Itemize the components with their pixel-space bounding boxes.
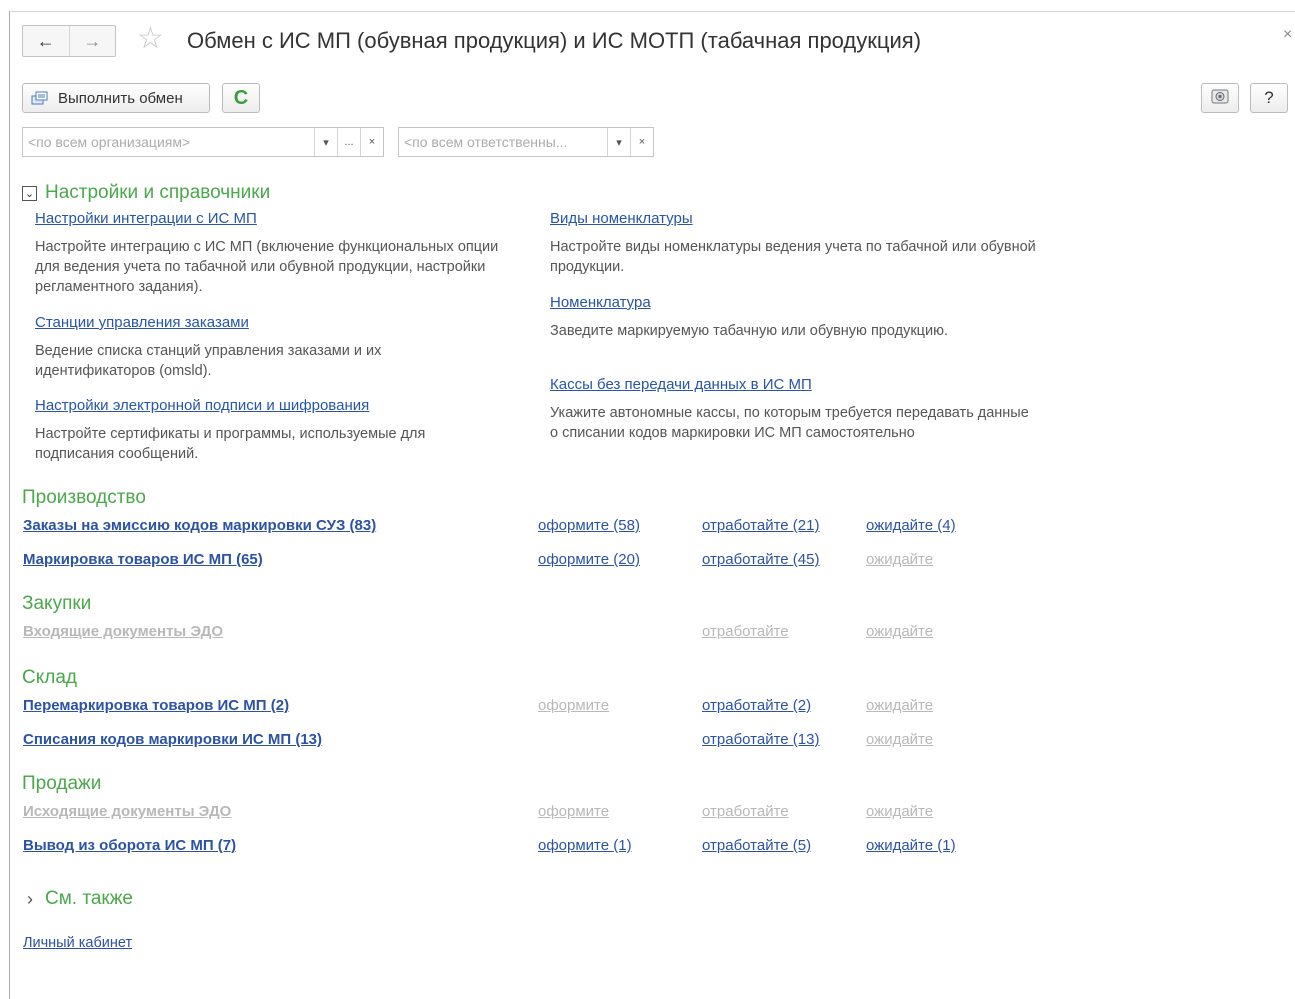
nomenclature-types-link[interactable]: Виды номенклатуры — [550, 210, 693, 227]
withdrawal-wait-link[interactable]: ожидайте (1) — [866, 837, 956, 854]
nav-buttons: ← → — [22, 25, 116, 57]
withdrawal-link[interactable]: Вывод из оборота ИС МП (7) — [23, 837, 236, 854]
emission-orders-create-link[interactable]: оформите (58) — [538, 517, 640, 534]
arrow-right-icon: → — [83, 30, 102, 51]
integration-settings-link[interactable]: Настройки интеграции с ИС МП — [35, 210, 257, 227]
remarking-process-link[interactable]: отработайте (2) — [702, 697, 811, 714]
group-title-sales: Продажи — [22, 773, 102, 794]
group-title-production: Производство — [22, 487, 146, 508]
responsible-filter: <по всем ответственны... ▾ × — [398, 127, 654, 157]
code-writeoff-link[interactable]: Списания кодов маркировки ИС МП (13) — [23, 731, 322, 748]
organization-dropdown-button[interactable]: ▾ — [314, 128, 337, 156]
order-stations-link[interactable]: Станции управления заказами — [35, 314, 249, 331]
nomenclature-link[interactable]: Номенклатура — [550, 294, 651, 311]
group-title-warehouse: Склад — [22, 667, 77, 688]
emission-orders-process-link[interactable]: отработайте (21) — [702, 517, 819, 534]
nomenclature-desc: Заведите маркируемую табачную или обувну… — [550, 323, 948, 339]
code-writeoff-wait-link[interactable]: ожидайте — [866, 731, 933, 748]
organization-input[interactable]: <по всем организациям> — [23, 128, 314, 156]
settings-section-toggle[interactable]: ⌄ Настройки и справочники — [22, 182, 270, 204]
nomenclature-types-desc: Настройте виды номенклатуры ведения учет… — [550, 239, 1036, 275]
organization-select-button[interactable]: ... — [337, 128, 360, 156]
offline-registers-link[interactable]: Кассы без передачи данных в ИС МП — [550, 376, 812, 393]
see-also-toggle[interactable]: › См. также — [27, 888, 133, 910]
help-button[interactable]: ? — [1250, 83, 1288, 113]
incoming-edo-link[interactable]: Входящие документы ЭДО — [23, 623, 223, 640]
back-button[interactable]: ← — [23, 26, 69, 56]
goods-marking-create-link[interactable]: оформите (20) — [538, 551, 640, 568]
remarking-create-link[interactable]: оформите — [538, 697, 609, 714]
refresh-button[interactable]: C — [222, 83, 260, 113]
incoming-edo-wait-link[interactable]: ожидайте — [866, 623, 933, 640]
incoming-edo-process-link[interactable]: отработайте — [702, 623, 789, 640]
settings-section-title: Настройки и справочники — [45, 182, 271, 203]
remarking-link[interactable]: Перемаркировка товаров ИС МП (2) — [23, 697, 289, 714]
screenshot-button[interactable] — [1201, 83, 1239, 113]
responsible-dropdown-button[interactable]: ▾ — [607, 128, 630, 156]
outgoing-edo-create-link[interactable]: оформите — [538, 803, 609, 820]
screenshot-icon — [1211, 88, 1229, 108]
withdrawal-process-link[interactable]: отработайте (5) — [702, 837, 811, 854]
see-also-title: См. также — [45, 888, 133, 909]
order-stations-desc: Ведение списка станций управления заказа… — [35, 343, 382, 379]
emission-orders-wait-link[interactable]: ожидайте (4) — [866, 517, 956, 534]
collapse-icon: ⌄ — [22, 185, 37, 201]
chevron-right-icon: › — [27, 888, 33, 909]
digital-signature-desc: Настройте сертификаты и программы, испол… — [35, 426, 426, 462]
window-title: Обмен с ИС МП (обувная продукция) и ИС М… — [187, 28, 922, 53]
organization-filter: <по всем организациям> ▾ ... × — [22, 127, 384, 157]
goods-marking-link[interactable]: Маркировка товаров ИС МП (65) — [23, 551, 263, 568]
execute-exchange-label: Выполнить обмен — [58, 89, 183, 107]
responsible-input[interactable]: <по всем ответственны... — [399, 128, 607, 156]
forward-button[interactable]: → — [68, 26, 116, 56]
goods-marking-process-link[interactable]: отработайте (45) — [702, 551, 819, 568]
offline-registers-desc: Укажите автономные кассы, по которым тре… — [550, 405, 1029, 441]
execute-exchange-button[interactable]: Выполнить обмен — [22, 83, 210, 113]
outgoing-edo-process-link[interactable]: отработайте — [702, 803, 789, 820]
emission-orders-link[interactable]: Заказы на эмиссию кодов маркировки СУЗ (… — [23, 517, 376, 534]
goods-marking-wait-link[interactable]: ожидайте — [866, 551, 933, 568]
responsible-clear-button[interactable]: × — [630, 128, 653, 156]
integration-settings-desc: Настройте интеграцию с ИС МП (включение … — [35, 239, 499, 295]
arrow-left-icon: ← — [36, 30, 55, 51]
code-writeoff-process-link[interactable]: отработайте (13) — [702, 731, 819, 748]
organization-clear-button[interactable]: × — [360, 128, 383, 156]
group-title-purchases: Закупки — [22, 593, 92, 614]
star-icon[interactable]: ☆ — [137, 24, 164, 54]
personal-cabinet-link[interactable]: Личный кабинет — [23, 935, 132, 951]
outgoing-edo-wait-link[interactable]: ожидайте — [866, 803, 933, 820]
withdrawal-create-link[interactable]: оформите (1) — [538, 837, 632, 854]
outgoing-edo-link[interactable]: Исходящие документы ЭДО — [23, 803, 231, 820]
help-label: ? — [1264, 88, 1274, 107]
refresh-icon: C — [233, 86, 249, 109]
close-icon[interactable]: × — [1283, 26, 1292, 44]
remarking-wait-link[interactable]: ожидайте — [866, 697, 933, 714]
digital-signature-link[interactable]: Настройки электронной подписи и шифрован… — [35, 397, 369, 414]
exchange-icon — [31, 91, 49, 105]
